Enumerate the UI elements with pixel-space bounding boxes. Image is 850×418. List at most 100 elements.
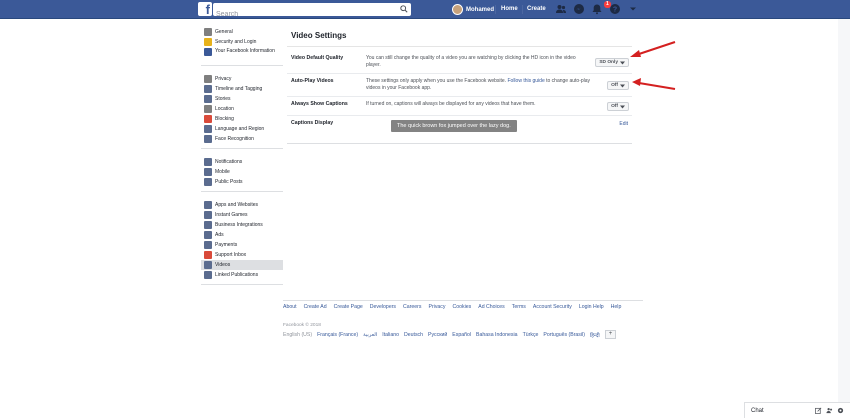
footer-link-account-security[interactable]: Account Security (533, 303, 572, 311)
sidebar-item-public-posts[interactable]: Public Posts (201, 177, 283, 187)
language-option[interactable]: Português (Brasil) (543, 332, 585, 338)
video-settings-panel: Video Settings Video Default Quality You… (287, 27, 632, 144)
shield-icon (204, 38, 212, 46)
footer-link-create-page[interactable]: Create Page (334, 303, 363, 311)
create-link[interactable]: Create (527, 6, 546, 12)
language-option[interactable]: Italiano (382, 332, 399, 338)
sidebar-item-label: Your Facebook Information (215, 48, 275, 54)
sidebar-item-label: Public Posts (215, 179, 243, 185)
chevron-down-icon (620, 61, 625, 64)
footer-link-ad-choices[interactable]: Ad Choices (478, 303, 505, 311)
footer-link-about[interactable]: About (283, 303, 297, 311)
facebook-logo[interactable]: f (198, 2, 212, 16)
page-title: Video Settings (287, 27, 632, 47)
quick-help-icon[interactable]: ? (609, 3, 621, 15)
edit-captions-link[interactable]: Edit (619, 121, 628, 127)
sidebar-item-notifications[interactable]: Notifications (201, 157, 283, 167)
sidebar-item-stories[interactable]: Stories (201, 94, 283, 104)
nav-icons: ? (555, 3, 639, 15)
sidebar-item-label: Mobile (215, 169, 230, 175)
language-option[interactable]: हिन्दी (590, 331, 600, 339)
video-default-quality-row: Video Default Quality You can still chan… (287, 51, 632, 74)
language-option[interactable]: Türkçe (523, 332, 539, 338)
profile-link[interactable]: Mohamed (452, 3, 494, 16)
add-language-button[interactable]: + (604, 330, 617, 339)
chat-bar[interactable]: Chat (744, 402, 850, 418)
sidebar-item-language-and-region[interactable]: Language and Region (201, 124, 283, 134)
language-option[interactable]: Français (France) (317, 332, 358, 338)
sidebar-item-privacy[interactable]: Privacy (201, 74, 283, 84)
profile-name: Mohamed (466, 6, 495, 13)
gear-icon[interactable] (837, 407, 844, 414)
footer-link-cookies[interactable]: Cookies (453, 303, 472, 311)
language-option[interactable]: Русский (428, 332, 447, 338)
sidebar-item-business-integrations[interactable]: Business Integrations (201, 220, 283, 230)
chevron-down-icon (620, 105, 625, 108)
group-icon[interactable] (826, 407, 833, 414)
sidebar-item-general[interactable]: General (201, 27, 283, 37)
auto-play-dropdown[interactable]: Off (607, 81, 629, 90)
follow-guide-link[interactable]: Follow this guide (507, 78, 544, 84)
nav-divider (495, 5, 496, 14)
footer-link-privacy[interactable]: Privacy (428, 303, 445, 311)
annotation-arrow (632, 78, 676, 90)
messenger-icon[interactable] (573, 3, 585, 15)
gear-icon (204, 28, 212, 36)
timeline-icon (204, 85, 212, 93)
sidebar-item-videos[interactable]: Videos (201, 260, 283, 270)
mobile-icon (204, 168, 212, 176)
chevron-down-icon[interactable] (627, 3, 639, 15)
sidebar-item-timeline-and-tagging[interactable]: Timeline and Tagging (201, 84, 283, 94)
compose-icon[interactable] (815, 407, 822, 414)
search-input[interactable] (213, 8, 388, 21)
sidebar-item-your-facebook-information[interactable]: Your Facebook Information (201, 47, 283, 61)
sidebar-item-payments[interactable]: Payments (201, 240, 283, 250)
captions-display-row: Captions Display The quick brown fox jum… (287, 116, 632, 144)
language-option[interactable]: العربية (363, 332, 377, 338)
sidebar-item-linked-publications[interactable]: Linked Publications (201, 270, 283, 280)
search-box[interactable] (213, 3, 411, 21)
setting-label: Video Default Quality (291, 55, 344, 61)
sidebar-item-ads[interactable]: Ads (201, 230, 283, 240)
sidebar-item-label: Ads (215, 232, 224, 238)
friends-icon[interactable] (555, 3, 567, 15)
sidebar-item-label: Language and Region (215, 126, 265, 132)
globe-icon (204, 158, 212, 166)
sidebar-item-security-and-login[interactable]: Security and Login (201, 37, 283, 47)
dropdown-value: Off (611, 83, 618, 88)
home-link[interactable]: Home (501, 6, 518, 12)
notifications-icon[interactable] (591, 3, 603, 15)
sidebar-item-support-inbox[interactable]: Support Inbox (201, 250, 283, 260)
card-icon (204, 241, 212, 249)
footer-link-login-help[interactable]: Login Help (579, 303, 604, 311)
sidebar-item-label: Blocking (215, 116, 234, 122)
footer-link-terms[interactable]: Terms (512, 303, 526, 311)
location-icon (204, 105, 212, 113)
sidebar-item-location[interactable]: Location (201, 104, 283, 114)
setting-description: You can still change the quality of a vi… (366, 55, 576, 68)
sidebar-item-apps-and-websites[interactable]: Apps and Websites (201, 200, 283, 210)
sidebar-item-instant-games[interactable]: Instant Games (201, 210, 283, 220)
sidebar-item-blocking[interactable]: Blocking (201, 114, 283, 124)
language-option[interactable]: Español (452, 332, 471, 338)
captions-dropdown[interactable]: Off (607, 102, 629, 111)
video-quality-dropdown[interactable]: SD Only (595, 58, 629, 67)
blocking-icon (204, 115, 212, 123)
sidebar-item-mobile[interactable]: Mobile (201, 167, 283, 177)
apps-icon (204, 201, 212, 209)
footer-link-create-ad[interactable]: Create Ad (304, 303, 327, 311)
sidebar-item-label: Videos (215, 262, 231, 268)
language-option[interactable]: Bahasa Indonesia (476, 332, 518, 338)
language-option[interactable]: Deutsch (404, 332, 423, 338)
footer-link-help[interactable]: Help (611, 303, 622, 311)
games-icon (204, 211, 212, 219)
page-footer: About Create Ad Create Page Developers Caree… (283, 300, 643, 339)
sidebar-item-label: Instant Games (215, 212, 248, 218)
sidebar-item-label: Location (215, 106, 234, 112)
footer-link-developers[interactable]: Developers (370, 303, 396, 311)
footer-link-careers[interactable]: Careers (403, 303, 421, 311)
lock-icon (204, 75, 212, 83)
search-icon[interactable] (400, 5, 408, 13)
sidebar-item-face-recognition[interactable]: Face Recognition (201, 134, 283, 144)
dropdown-value: Off (611, 104, 618, 109)
